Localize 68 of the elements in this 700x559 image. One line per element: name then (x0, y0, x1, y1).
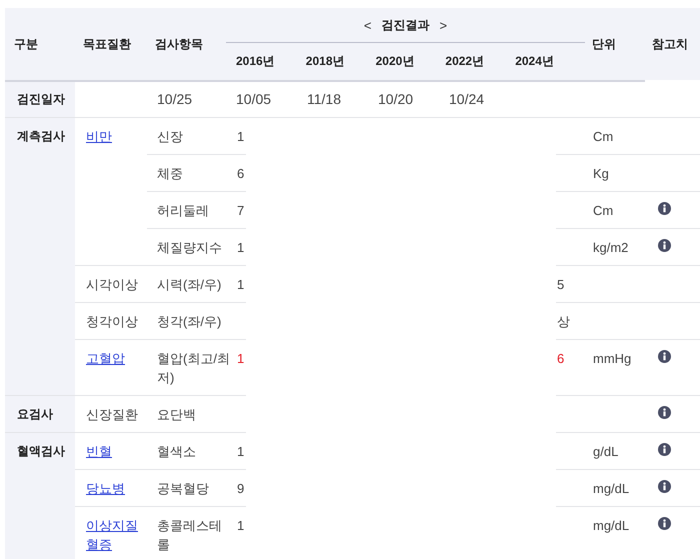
row-label: 검진일자 (17, 91, 65, 108)
category-cell: 혈액검사 (5, 432, 75, 559)
result-value: 1 (237, 240, 244, 255)
test-name: 혈색소 (157, 443, 197, 461)
unit-text: g/dL (593, 444, 618, 459)
result-value: 9 (237, 481, 244, 496)
test-name: 청각(좌/우) (157, 313, 222, 331)
disease-name: 청각이상 (86, 313, 139, 331)
year-header: 2020년 (376, 54, 414, 68)
unit-text: Kg (593, 166, 609, 181)
disease-link[interactable]: 이상지질혈증 (86, 516, 143, 554)
result-value: 1 (237, 129, 244, 144)
disease-link[interactable]: 당뇨병 (86, 479, 143, 498)
test-name: 혈압(최고/최저) (157, 350, 230, 387)
result-value: 1 (237, 518, 244, 533)
column-header: 검사항목 (155, 36, 203, 52)
unit-text: mmHg (593, 351, 632, 366)
test-name: 요단백 (157, 406, 197, 424)
prev-button[interactable]: < (364, 16, 372, 34)
test-name: 공복혈당 (157, 480, 210, 498)
info-icon[interactable] (658, 350, 671, 363)
test-name: 허리둘레 (157, 202, 210, 220)
column-header: 구분 (14, 36, 38, 52)
year-header: 2018년 (306, 54, 344, 68)
disease-name: 시각이상 (86, 276, 139, 294)
result-value: 1 (237, 277, 244, 292)
date-value: 10/24 (449, 90, 484, 109)
test-name: 체질량지수 (157, 239, 223, 257)
disease-link[interactable]: 빈혈 (86, 442, 143, 461)
disease-link[interactable]: 고혈압 (86, 349, 143, 368)
next-button[interactable]: > (440, 16, 448, 34)
info-icon[interactable] (658, 202, 671, 215)
unit-text: mg/dL (593, 518, 630, 533)
info-icon[interactable] (658, 406, 671, 419)
result-value: 6 (237, 166, 244, 181)
info-icon[interactable] (658, 480, 671, 493)
result-value: 1 (237, 351, 244, 366)
results-title: 검진결과 (382, 16, 430, 34)
column-header: 참고치 (652, 36, 688, 52)
unit-text: kg/m2 (593, 240, 628, 255)
year-header: 2022년 (445, 54, 484, 68)
unit-text: Cm (593, 129, 614, 144)
result-value: 상 (557, 314, 570, 329)
category-cell: 요검사 (5, 396, 75, 432)
year-header: 2016년 (236, 54, 275, 68)
disease-link[interactable]: 비만 (86, 127, 143, 146)
column-header: 단위 (592, 36, 616, 52)
column-header: 목표질환 (83, 36, 131, 52)
info-icon[interactable] (658, 517, 671, 530)
date-value: 10/25 (157, 90, 192, 109)
test-name: 총콜레스테롤 (157, 517, 223, 554)
unit-text: mg/dL (593, 481, 630, 496)
date-value: 10/05 (236, 90, 272, 109)
info-icon[interactable] (658, 239, 671, 252)
date-value: 10/20 (378, 90, 414, 109)
result-value: 5 (557, 277, 564, 292)
test-name: 신장 (157, 128, 184, 146)
unit-text: Cm (593, 203, 614, 218)
result-value: 1 (237, 444, 244, 459)
test-name: 시력(좌/우) (157, 276, 222, 294)
result-value: 7 (237, 203, 244, 218)
disease-name: 신장질환 (86, 406, 139, 424)
info-icon[interactable] (658, 443, 671, 456)
date-value: 11/18 (307, 90, 341, 109)
test-name: 체중 (157, 165, 184, 183)
category-cell: 계측검사 (5, 118, 75, 396)
year-header: 2024년 (515, 54, 554, 68)
result-value: 6 (557, 351, 564, 366)
